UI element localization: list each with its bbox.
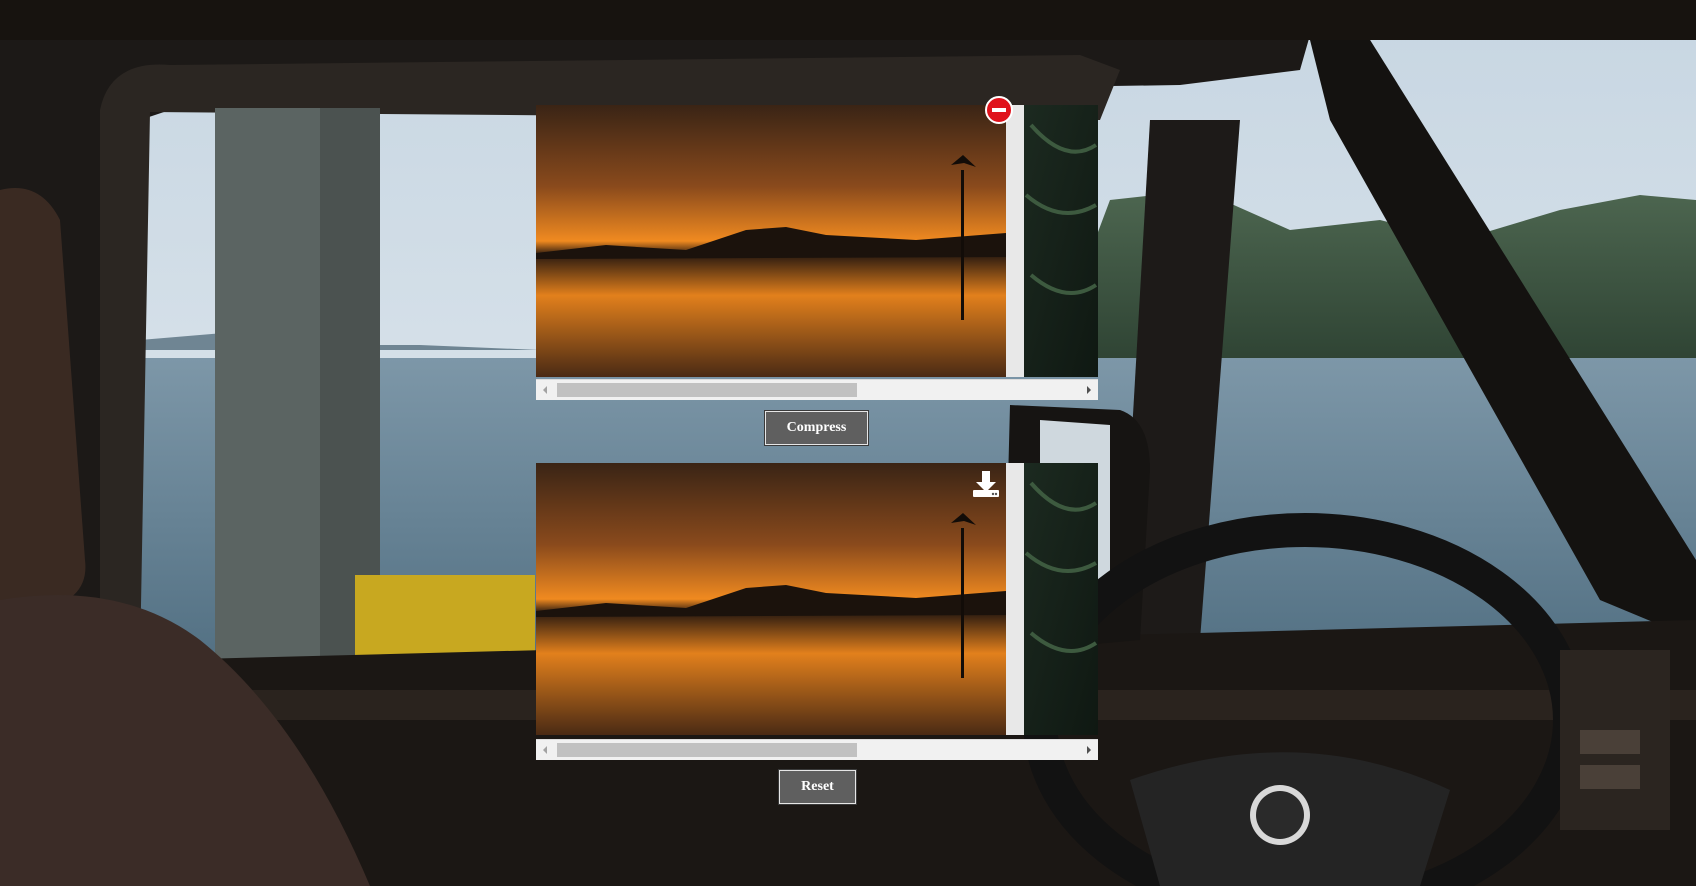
original-image	[536, 105, 1098, 377]
original-horizontal-scrollbar[interactable]	[536, 379, 1098, 400]
compressed-image	[536, 463, 1098, 735]
compressed-horizontal-scrollbar[interactable]	[536, 739, 1098, 760]
compressed-image-viewer	[536, 463, 1098, 735]
reset-button[interactable]: Reset	[778, 769, 857, 805]
chevron-right-icon[interactable]	[1080, 380, 1098, 400]
original-image-viewer	[536, 105, 1098, 377]
remove-icon[interactable]	[985, 96, 1013, 124]
chevron-left-icon[interactable]	[536, 740, 554, 760]
download-icon[interactable]	[971, 469, 1001, 499]
scrollbar-thumb[interactable]	[557, 383, 857, 397]
chevron-right-icon[interactable]	[1080, 740, 1098, 760]
scrollbar-thumb[interactable]	[557, 743, 857, 757]
compress-button[interactable]: Compress	[764, 410, 869, 446]
chevron-left-icon[interactable]	[536, 380, 554, 400]
